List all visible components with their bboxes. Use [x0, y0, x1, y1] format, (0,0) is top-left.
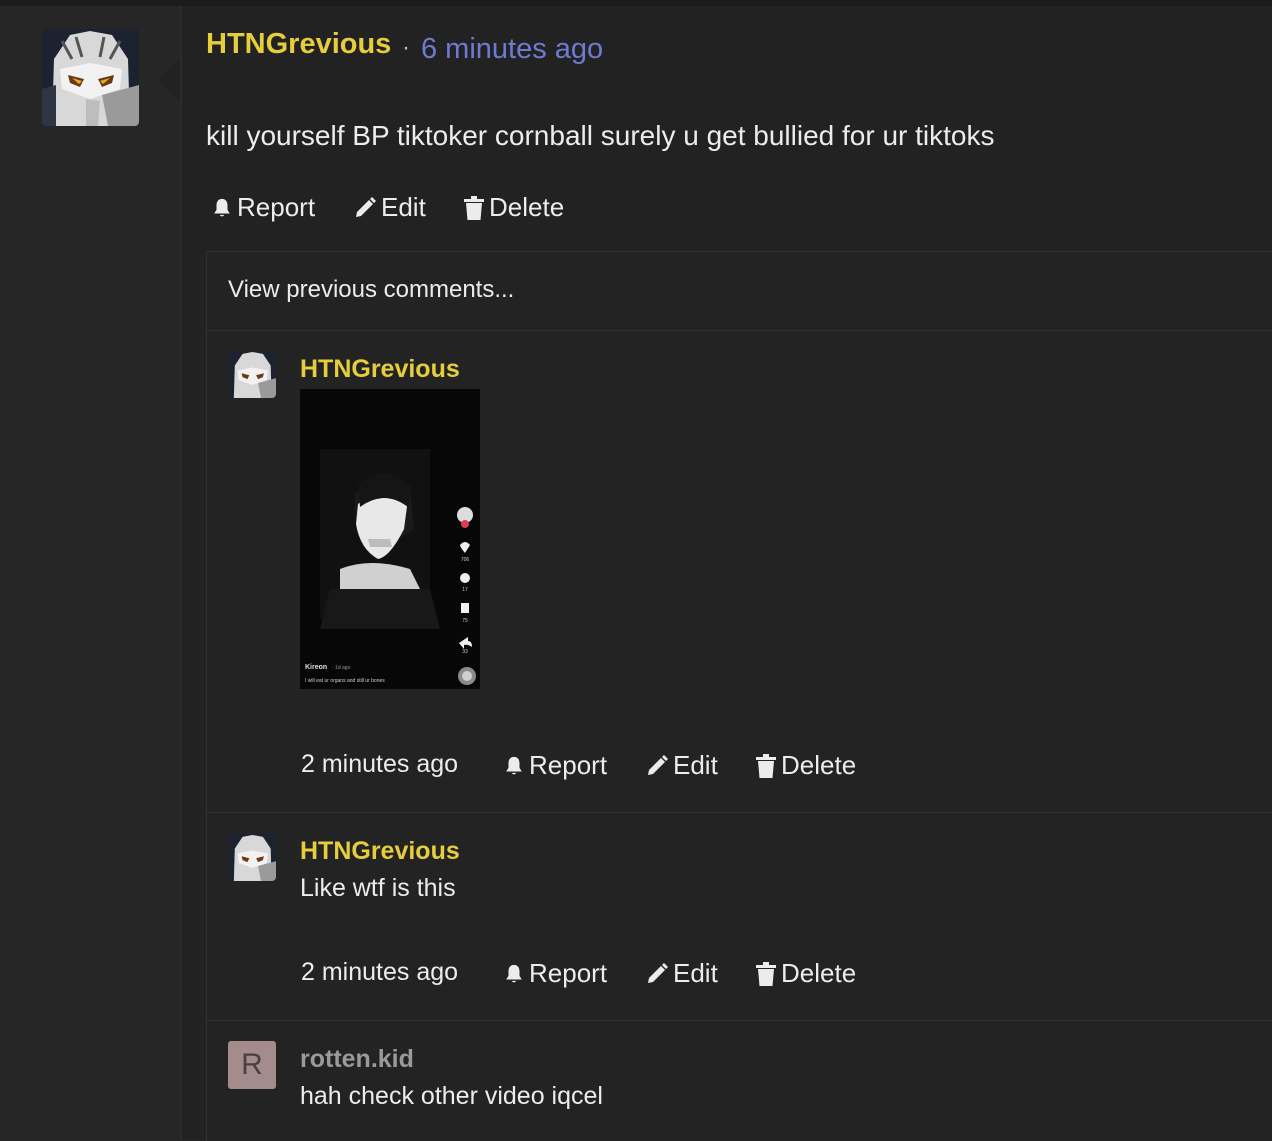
post-body: kill yourself BP tiktoker cornball surel…: [206, 120, 995, 151]
video-caption: I will eat ur organs and still ur bones: [305, 678, 385, 684]
comment-divider: [206, 1020, 1272, 1021]
comment-author-avatar-letter[interactable]: R: [228, 1041, 276, 1089]
comment-divider: [206, 812, 1272, 813]
post-timestamp-link[interactable]: 6 minutes ago: [421, 33, 603, 66]
delete-label: Delete: [781, 958, 857, 988]
comment-author-avatar[interactable]: [229, 834, 276, 881]
report-label: Report: [529, 750, 608, 780]
post-meta-separator: ·: [402, 34, 410, 61]
delete-label: Delete: [489, 192, 565, 222]
delete-label: Delete: [781, 750, 857, 780]
comment-author-name[interactable]: rotten.kid: [300, 1045, 414, 1074]
edit-label: Edit: [673, 958, 718, 988]
video-likes-count: 706: [461, 557, 470, 563]
pencil-icon: [353, 196, 377, 220]
comment-author-name[interactable]: HTNGrevious: [300, 837, 460, 866]
left-gutter: [0, 6, 180, 1140]
video-age: · 1d ago: [332, 665, 351, 671]
pencil-icon: [645, 754, 669, 778]
post-author-avatar[interactable]: [42, 29, 139, 126]
comment-text: hah check other video iqcel: [300, 1082, 603, 1110]
trash-icon: [463, 195, 485, 220]
edit-label: Edit: [381, 192, 426, 222]
edit-label: Edit: [673, 750, 718, 780]
pencil-icon: [645, 962, 669, 986]
comment-edit-button[interactable]: Edit: [645, 958, 718, 989]
video-saves-count: 75: [462, 618, 468, 624]
comment-text: Like wtf is this: [300, 874, 456, 902]
comment-edit-button[interactable]: Edit: [645, 750, 718, 781]
report-label: Report: [237, 192, 316, 222]
trash-icon: [755, 753, 777, 778]
comments-section: [206, 251, 1272, 1141]
post-author-name[interactable]: HTNGrevious: [206, 28, 391, 61]
comment-report-button[interactable]: Report: [503, 958, 607, 989]
comment-report-button[interactable]: Report: [503, 750, 607, 781]
comment-timestamp[interactable]: 2 minutes ago: [301, 958, 458, 987]
video-screenshot-attachment[interactable]: 706 17 75 33 Kireon · 1d ago I will eat …: [300, 389, 480, 689]
view-previous-comments-link[interactable]: View previous comments...: [228, 276, 514, 304]
video-username: Kireon: [305, 664, 327, 671]
post-edit-button[interactable]: Edit: [353, 192, 426, 223]
comment-delete-button[interactable]: Delete: [755, 750, 856, 781]
post-delete-button[interactable]: Delete: [463, 192, 564, 223]
bell-icon: [503, 963, 525, 985]
speech-arrow: [158, 58, 180, 102]
comment-delete-button[interactable]: Delete: [755, 958, 856, 989]
video-comments-count: 17: [462, 587, 468, 593]
comment-author-name[interactable]: HTNGrevious: [300, 355, 460, 384]
trash-icon: [755, 961, 777, 986]
comment-divider: [206, 330, 1272, 331]
report-label: Report: [529, 958, 608, 988]
comment-author-avatar[interactable]: [229, 351, 276, 398]
bell-icon: [211, 197, 233, 219]
comment-timestamp[interactable]: 2 minutes ago: [301, 750, 458, 779]
video-shares-count: 33: [462, 649, 468, 655]
bell-icon: [503, 755, 525, 777]
post-report-button[interactable]: Report: [211, 192, 315, 223]
